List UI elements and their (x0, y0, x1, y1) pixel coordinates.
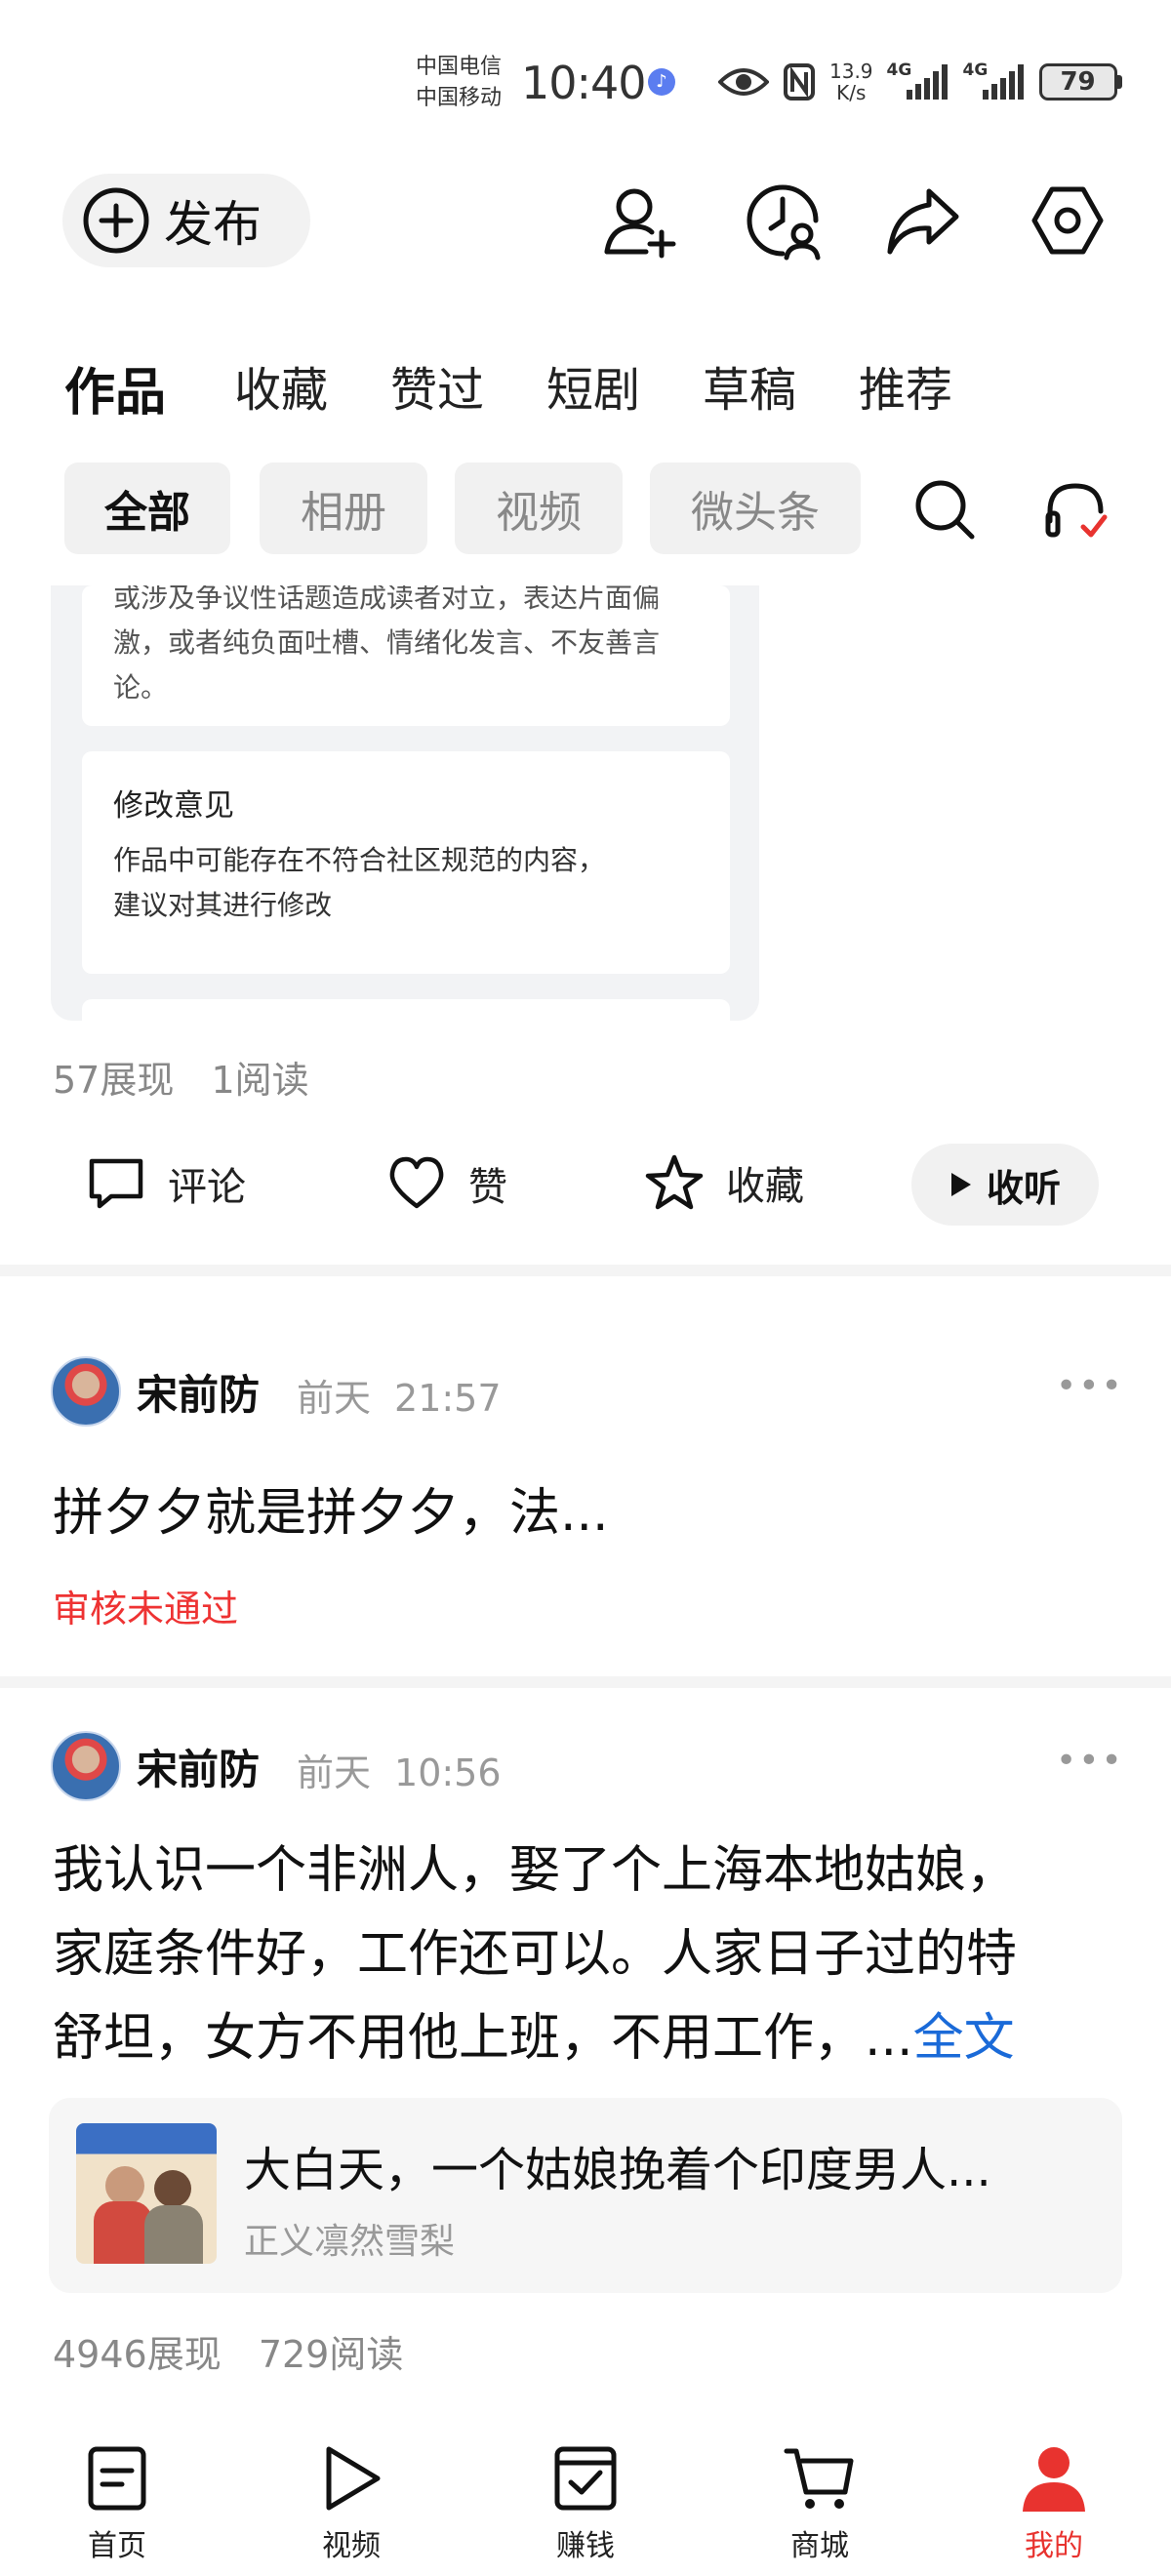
divider (0, 1676, 1171, 1688)
favorite-label: 收藏 (726, 1164, 804, 1209)
nav-label: 商城 (790, 2529, 849, 2563)
nav-label: 首页 (88, 2529, 146, 2563)
nav-home[interactable]: 首页 (0, 2430, 234, 2576)
divider (0, 1265, 1171, 1276)
comment-label: 评论 (168, 1165, 246, 1210)
share-icon[interactable] (878, 176, 968, 265)
post-text[interactable]: 拼夕夕就是拼夕夕，法... (53, 1471, 609, 1555)
eye-icon (718, 68, 769, 96)
avatar[interactable] (51, 1356, 121, 1427)
post-image[interactable]: 或涉及争议性话题造成读者对立，表达片面偏 激，或者纯负面吐槽、情绪化发言、不友善… (51, 585, 759, 1021)
filter-album[interactable]: 相册 (260, 463, 427, 554)
post-text-line: 舒坦，女方不用他上班，不用工作，... (53, 2009, 913, 2068)
tab-favorites[interactable]: 收藏 (234, 351, 328, 420)
image-text-line: 激，或者纯负面吐槽、情绪化发言、不友善言 (113, 626, 661, 659)
tab-recommend[interactable]: 推荐 (859, 351, 952, 420)
nav-label: 赚钱 (556, 2529, 615, 2563)
listen-button[interactable]: 收听 (911, 1144, 1099, 1226)
status-bar: 中国电信 中国移动 10:40 ♪ 13.9 K/s 4G 4G 79 (0, 0, 1171, 146)
post-time: 前天 21:57 (297, 1377, 502, 1420)
image-section-title: 修改意见 (113, 788, 234, 824)
like-label: 赞 (468, 1165, 507, 1210)
add-user-icon[interactable] (595, 176, 685, 265)
headset-icon[interactable] (1042, 478, 1110, 546)
plus-circle-icon (83, 187, 149, 254)
play-icon (950, 1173, 971, 1196)
publish-button[interactable]: 发布 (62, 174, 310, 267)
history-icon[interactable] (738, 176, 828, 265)
post-time: 前天 10:56 (297, 1751, 502, 1794)
post-text[interactable]: 我认识一个非洲人，娶了个上海本地姑娘， 家庭条件好，工作还可以。人家日子过的特 … (53, 1829, 1136, 2080)
author-name[interactable]: 宋前防 (137, 1362, 260, 1422)
battery-level: 79 (1038, 63, 1117, 101)
quoted-article-card[interactable]: 大白天，一个姑娘挽着个印度男人... 正义凛然雪梨 (49, 2098, 1122, 2293)
nav-earn[interactable]: 赚钱 (468, 2430, 703, 2576)
image-section-body: 作品中可能存在不符合社区规范的内容， (113, 844, 606, 876)
comment-icon (89, 1158, 143, 1209)
more-options-icon[interactable]: ••• (1056, 1366, 1124, 1406)
carrier-2: 中国移动 (416, 86, 503, 110)
battery-indicator: 79 (1038, 63, 1122, 101)
nav-profile[interactable]: 我的 (937, 2430, 1171, 2576)
nav-mall[interactable]: 商城 (703, 2430, 937, 2576)
home-icon (88, 2446, 146, 2511)
music-icon: ♪ (648, 68, 675, 96)
star-icon (645, 1154, 704, 1210)
listen-label: 收听 (986, 1166, 1061, 1210)
impressions-count: 57展现 (53, 1059, 175, 1102)
post-text-line: 我认识一个非洲人，娶了个上海本地姑娘， (53, 1841, 1018, 1900)
author-name[interactable]: 宋前防 (137, 1737, 260, 1796)
filter-micro-post[interactable]: 微头条 (650, 463, 861, 554)
nav-label: 我的 (1025, 2529, 1083, 2563)
image-text-line: 论。 (113, 671, 169, 704)
avatar[interactable] (51, 1731, 121, 1801)
net-speed: 13.9 K/s (829, 60, 873, 104)
clock: 10:40 (521, 57, 647, 109)
review-status: 审核未通过 (53, 1588, 239, 1630)
profile-icon (1023, 2447, 1085, 2512)
nav-video[interactable]: 视频 (234, 2430, 468, 2576)
signal-icon-2: 4G (963, 60, 1026, 101)
heart-icon (389, 1156, 444, 1209)
favorite-button[interactable]: 收藏 (644, 1153, 804, 1212)
comment-button[interactable]: 评论 (86, 1155, 246, 1212)
image-section-body: 建议对其进行修改 (113, 889, 333, 921)
post-text-line: 家庭条件好，工作还可以。人家日子过的特 (53, 1925, 1018, 1984)
quoted-article-thumbnail (76, 2123, 217, 2264)
tab-short-drama[interactable]: 短剧 (546, 351, 640, 420)
impressions-count: 4946展现 (53, 2333, 222, 2376)
more-options-icon[interactable]: ••• (1056, 1741, 1124, 1781)
bottom-nav: 首页 视频 赚钱 商城 我的 (0, 2430, 1171, 2576)
reads-count: 1阅读 (211, 1059, 309, 1102)
signal-icon-1: 4G (887, 60, 949, 101)
image-text-line: 或涉及争议性话题造成读者对立，表达片面偏 (113, 585, 661, 614)
filter-all[interactable]: 全部 (64, 463, 230, 554)
settings-icon[interactable] (1023, 176, 1112, 265)
quoted-article-author: 正义凛然雪梨 (244, 2222, 456, 2262)
post-stats: 57展现 1阅读 (53, 1050, 309, 1104)
post-stats: 4946展现 729阅读 (53, 2324, 403, 2378)
earn-icon (554, 2446, 617, 2511)
quoted-article-title: 大白天，一个姑娘挽着个印度男人... (244, 2143, 991, 2197)
nav-label: 视频 (322, 2529, 381, 2563)
tab-liked[interactable]: 赞过 (390, 351, 484, 420)
publish-label: 发布 (164, 196, 262, 253)
carrier-1: 中国电信 (416, 55, 503, 79)
cart-icon (784, 2448, 854, 2509)
nfc-icon (784, 63, 815, 101)
tab-drafts[interactable]: 草稿 (703, 351, 796, 420)
reads-count: 729阅读 (258, 2333, 404, 2376)
filter-video[interactable]: 视频 (455, 463, 623, 554)
video-icon (326, 2446, 381, 2511)
search-icon[interactable] (911, 476, 978, 546)
tab-works[interactable]: 作品 (64, 351, 166, 424)
like-button[interactable]: 赞 (386, 1155, 507, 1212)
read-more-link[interactable]: 全文 (913, 2009, 1015, 2068)
